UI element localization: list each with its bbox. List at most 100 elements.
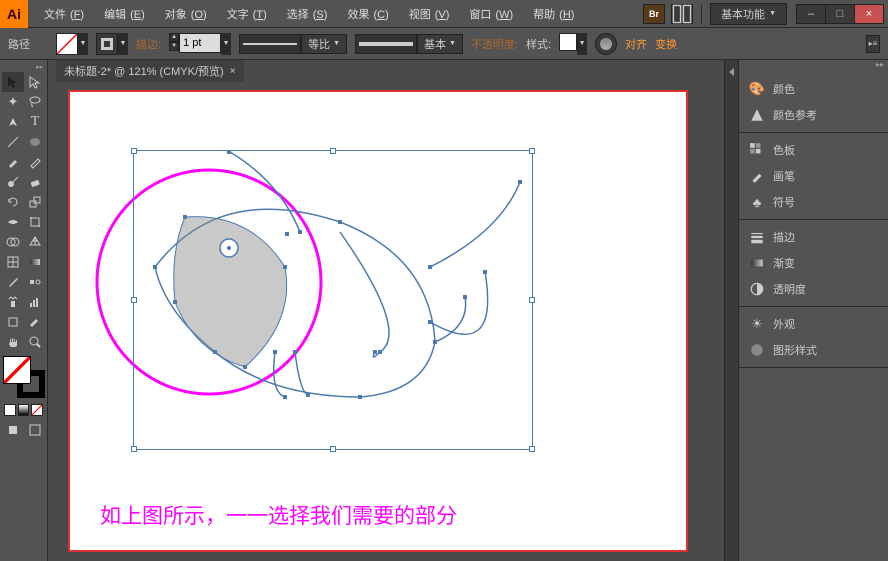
blob-brush-tool[interactable] — [2, 172, 24, 192]
brush-def[interactable] — [355, 34, 417, 54]
document-area: 未标题-2* @ 121% (CMYK/预览) × — [48, 60, 724, 561]
stroke-label[interactable]: 描边: — [136, 36, 161, 52]
menu-effect[interactable]: 效果(C) — [339, 4, 392, 24]
pen-tool[interactable] — [2, 112, 24, 132]
stroke-weight-dropdown[interactable]: ▼ — [221, 33, 231, 55]
workspace-dropdown[interactable]: 基本功能▼ — [710, 3, 787, 25]
panel-appearance[interactable]: ☀外观 — [739, 311, 888, 337]
window-close[interactable]: × — [854, 4, 884, 24]
style-label: 样式: — [526, 36, 551, 52]
brush-dropdown[interactable]: 基本▼ — [417, 34, 463, 54]
recolor-button[interactable] — [595, 33, 617, 55]
gradient-mode[interactable] — [18, 404, 30, 416]
graph-tool[interactable] — [24, 292, 46, 312]
menu-select[interactable]: 选择(S) — [279, 4, 332, 24]
menu-type[interactable]: 文字(T) — [219, 4, 271, 24]
style-swatch[interactable] — [559, 33, 577, 51]
align-link[interactable]: 对齐 — [625, 36, 647, 52]
selection-tool[interactable] — [2, 72, 24, 92]
slice-tool[interactable] — [24, 312, 46, 332]
app-logo: Ai — [0, 0, 28, 28]
mesh-tool[interactable] — [2, 252, 24, 272]
symbol-sprayer-tool[interactable] — [2, 292, 24, 312]
panel-brushes[interactable]: 画笔 — [739, 163, 888, 189]
graphic-styles-icon — [749, 342, 765, 358]
color-mode[interactable] — [4, 404, 16, 416]
normal-mode[interactable] — [2, 420, 24, 440]
artboard-tool[interactable] — [2, 312, 24, 332]
stroke-icon — [749, 229, 765, 245]
panel-color-guide[interactable]: 颜色参考 — [739, 102, 888, 128]
type-tool[interactable]: T — [24, 112, 46, 132]
panel-swatches[interactable]: 色板 — [739, 137, 888, 163]
canvas[interactable]: 如上图所示，一一选择我们需要的部分 — [68, 90, 688, 552]
perspective-tool[interactable] — [24, 232, 46, 252]
document-tab[interactable]: 未标题-2* @ 121% (CMYK/预览) × — [56, 60, 244, 82]
fill-color[interactable] — [3, 356, 31, 384]
selection-bounds[interactable] — [133, 150, 533, 450]
stroke-dropdown[interactable]: ▼ — [118, 33, 128, 55]
blend-tool[interactable] — [24, 272, 46, 292]
shape-builder-tool[interactable] — [2, 232, 24, 252]
menu-help[interactable]: 帮助(H) — [525, 4, 578, 24]
stroke-swatch[interactable] — [96, 33, 118, 55]
paintbrush-tool[interactable] — [2, 152, 24, 172]
scale-tool[interactable] — [24, 192, 46, 212]
stroke-weight-input[interactable]: 1 pt — [179, 33, 221, 53]
menu-view[interactable]: 视图(V) — [401, 4, 454, 24]
menu-window[interactable]: 窗口(W) — [461, 4, 517, 24]
panel-collapse-strip[interactable] — [724, 60, 738, 561]
style-dropdown[interactable]: ▼ — [577, 33, 587, 55]
tab-close[interactable]: × — [230, 66, 236, 77]
menu-edit[interactable]: 编辑(E) — [96, 4, 149, 24]
menu-object[interactable]: 对象(O) — [157, 4, 211, 24]
gradient-icon — [749, 255, 765, 271]
width-profile-dropdown[interactable]: 等比▼ — [301, 34, 347, 54]
arrange-button[interactable] — [671, 4, 693, 24]
transform-link[interactable]: 变换 — [655, 36, 677, 52]
width-profile[interactable] — [239, 34, 301, 54]
zoom-tool[interactable] — [24, 332, 46, 352]
brush-icon — [749, 168, 765, 184]
opacity-label[interactable]: 不透明度: — [471, 36, 518, 52]
panel-expand-icon[interactable]: ▸▸ — [876, 60, 884, 72]
free-transform-tool[interactable] — [24, 212, 46, 232]
toolbox: ▸▸ ✦ T — [0, 60, 48, 561]
hand-tool[interactable] — [2, 332, 24, 352]
collapse-icon — [729, 68, 734, 76]
shape-tool[interactable] — [24, 132, 46, 152]
bridge-button[interactable]: Br — [643, 4, 665, 24]
fill-dropdown[interactable]: ▼ — [78, 33, 88, 55]
eyedropper-tool[interactable] — [2, 272, 24, 292]
panel-graphic-styles[interactable]: 图形样式 — [739, 337, 888, 363]
none-mode[interactable] — [31, 404, 43, 416]
control-bar: 路径 ▼ ▼ 描边: ▲▼1 pt▼ 等比▼ 基本▼ 不透明度: 样式: ▼ 对… — [0, 28, 888, 60]
panel-stroke[interactable]: 描边 — [739, 224, 888, 250]
rotate-tool[interactable] — [2, 192, 24, 212]
panel-transparency[interactable]: 透明度 — [739, 276, 888, 302]
width-tool[interactable] — [2, 212, 24, 232]
panels: ▸▸ 🎨颜色 颜色参考 色板 画笔 ♣符号 描边 渐变 透明度 ☀外观 图形样式 — [738, 60, 888, 561]
panel-gradient[interactable]: 渐变 — [739, 250, 888, 276]
palette-icon: 🎨 — [749, 81, 765, 97]
fill-swatch[interactable] — [56, 33, 78, 55]
titlebar: Ai 文件(F) 编辑(E) 对象(O) 文字(T) 选择(S) 效果(C) 视… — [0, 0, 888, 28]
selection-mode: 路径 — [8, 36, 48, 52]
tab-title: 未标题-2* @ 121% (CMYK/预览) — [64, 63, 224, 79]
panel-color[interactable]: 🎨颜色 — [739, 76, 888, 102]
eraser-tool[interactable] — [24, 172, 46, 192]
pencil-tool[interactable] — [24, 152, 46, 172]
fullscreen-mode[interactable] — [24, 420, 46, 440]
gradient-tool[interactable] — [24, 252, 46, 272]
menu-file[interactable]: 文件(F) — [36, 4, 88, 24]
symbols-icon: ♣ — [749, 194, 765, 210]
magic-wand-tool[interactable]: ✦ — [2, 92, 24, 112]
direct-selection-tool[interactable] — [24, 72, 46, 92]
window-maximize[interactable]: □ — [825, 4, 855, 24]
panel-symbols[interactable]: ♣符号 — [739, 189, 888, 215]
lasso-tool[interactable] — [24, 92, 46, 112]
line-tool[interactable] — [2, 132, 24, 152]
window-minimize[interactable]: – — [796, 4, 826, 24]
fill-stroke-control[interactable] — [3, 356, 45, 398]
controlbar-menu[interactable]: ▸≡ — [866, 35, 880, 53]
